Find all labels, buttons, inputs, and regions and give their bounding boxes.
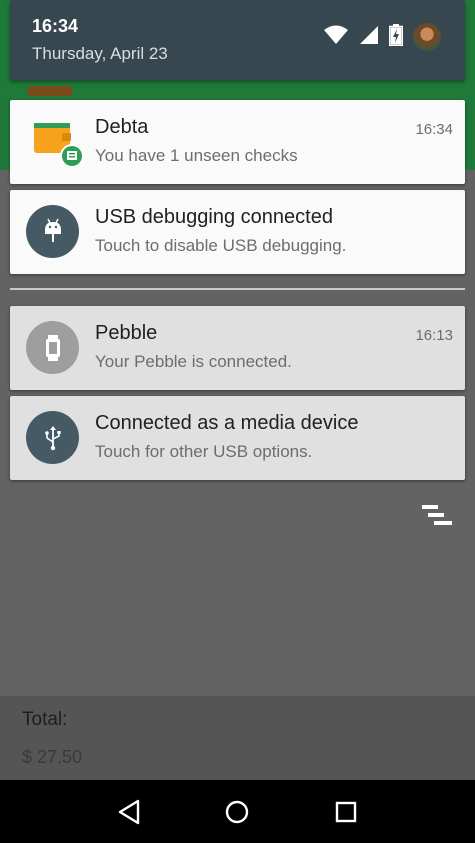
home-icon — [226, 800, 249, 823]
total-label: Total: — [22, 709, 68, 730]
notification-divider — [10, 288, 465, 290]
wifi-icon — [323, 25, 349, 50]
notification-text: Touch for other USB options. — [95, 442, 313, 461]
cell-signal-icon — [359, 25, 379, 50]
notification-debta[interactable]: Debta You have 1 unseen checks 16:34 — [10, 100, 465, 184]
dismiss-all-button[interactable] — [418, 503, 454, 529]
wallet-icon — [30, 115, 86, 171]
notification-shade-header[interactable]: 16:34 Thursday, April 23 — [10, 0, 465, 80]
notification-pebble[interactable]: Pebble Your Pebble is connected. 16:13 — [10, 306, 465, 390]
android-icon — [26, 205, 79, 258]
clock: 16:34 — [32, 16, 79, 36]
notification-title: USB debugging connected — [95, 206, 333, 228]
notification-text: Your Pebble is connected. — [95, 352, 292, 371]
back-button[interactable] — [109, 792, 149, 832]
date: Thursday, April 23 — [32, 44, 168, 63]
notification-time: 16:13 — [415, 327, 453, 344]
avatar[interactable] — [413, 23, 441, 51]
recents-button[interactable] — [326, 792, 366, 832]
back-icon — [118, 799, 140, 824]
clear-all-icon — [422, 505, 452, 525]
watch-icon — [26, 321, 79, 374]
background-app-tab-indicator — [28, 86, 72, 96]
status-icons — [323, 23, 441, 51]
usb-icon — [26, 411, 79, 464]
notification-usb-media-device[interactable]: Connected as a media device Touch for ot… — [10, 396, 465, 480]
battery-charging-icon — [388, 23, 404, 51]
notification-title: Pebble — [95, 322, 158, 344]
recents-icon — [335, 801, 357, 822]
notification-usb-debugging[interactable]: USB debugging connected Touch to disable… — [10, 190, 465, 274]
notification-time: 16:34 — [415, 121, 453, 138]
notification-title: Connected as a media device — [95, 412, 359, 434]
notification-text: Touch to disable USB debugging. — [95, 236, 347, 255]
notification-text: You have 1 unseen checks — [95, 146, 298, 165]
total-value: $ 27.50 — [22, 747, 83, 767]
home-button[interactable] — [217, 792, 257, 832]
navigation-bar — [0, 780, 475, 843]
notification-title: Debta — [95, 116, 149, 138]
